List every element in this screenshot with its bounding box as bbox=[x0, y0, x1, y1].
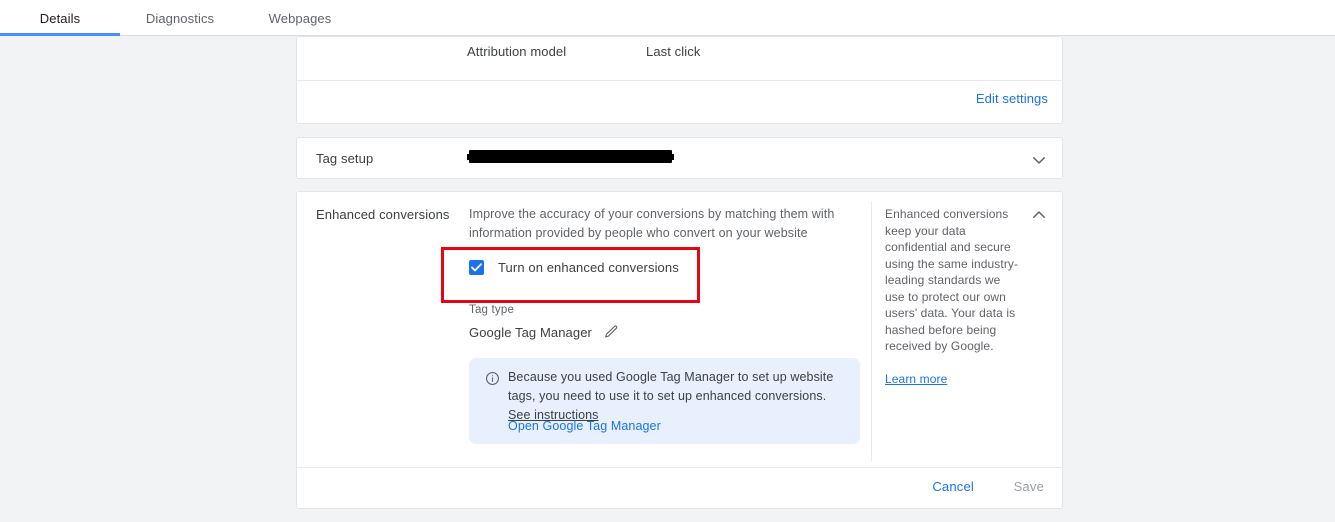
tag-setup-redacted-value bbox=[467, 150, 674, 163]
tab-bar: Details Diagnostics Webpages bbox=[0, 0, 1335, 36]
tab-diagnostics[interactable]: Diagnostics bbox=[120, 0, 240, 36]
edit-settings-link[interactable]: Edit settings bbox=[976, 91, 1048, 106]
panel-divider bbox=[871, 201, 872, 461]
attribution-model-value: Last click bbox=[646, 44, 701, 59]
tag-type-row: Google Tag Manager bbox=[469, 324, 619, 340]
attribution-row: Attribution model Last click bbox=[297, 37, 1062, 85]
tag-type-value: Google Tag Manager bbox=[469, 324, 592, 340]
tag-setup-card[interactable]: Tag setup bbox=[296, 137, 1063, 179]
info-icon bbox=[485, 371, 500, 386]
side-panel-text: Enhanced conversions keep your data conf… bbox=[885, 207, 1019, 353]
pencil-icon[interactable] bbox=[603, 324, 619, 340]
action-bar-divider bbox=[297, 467, 1062, 468]
cancel-button[interactable]: Cancel bbox=[932, 479, 974, 494]
enhanced-conversions-title: Enhanced conversions bbox=[316, 207, 450, 222]
enhanced-conversions-side-panel: Enhanced conversions keep your data conf… bbox=[885, 206, 1020, 388]
tag-type-label: Tag type bbox=[469, 304, 515, 316]
attribution-model-label: Attribution model bbox=[467, 44, 567, 59]
tag-setup-label: Tag setup bbox=[316, 151, 374, 166]
chevron-down-icon[interactable] bbox=[1030, 151, 1048, 169]
tab-details[interactable]: Details bbox=[0, 0, 120, 36]
attribution-card-divider bbox=[297, 80, 1062, 81]
tab-webpages[interactable]: Webpages bbox=[240, 0, 360, 36]
gtm-info-box: Because you used Google Tag Manager to s… bbox=[469, 358, 860, 444]
enhanced-conversions-card: Enhanced conversions Improve the accurac… bbox=[296, 191, 1063, 509]
tab-details-label: Details bbox=[39, 10, 81, 26]
attribution-card: Attribution model Last click Edit settin… bbox=[296, 36, 1063, 124]
tab-list: Details Diagnostics Webpages bbox=[0, 0, 360, 36]
turn-on-enhanced-conversions-label: Turn on enhanced conversions bbox=[498, 260, 679, 275]
gtm-info-sentence: Because you used Google Tag Manager to s… bbox=[508, 370, 834, 403]
open-google-tag-manager-link[interactable]: Open Google Tag Manager bbox=[508, 419, 661, 433]
enhanced-conversions-description: Improve the accuracy of your conversions… bbox=[469, 207, 835, 240]
save-button: Save bbox=[1013, 479, 1044, 494]
turn-on-enhanced-conversions-checkbox[interactable] bbox=[469, 260, 484, 275]
turn-on-enhanced-conversions-row[interactable]: Turn on enhanced conversions bbox=[469, 260, 679, 275]
tab-webpages-label: Webpages bbox=[268, 10, 332, 26]
tab-diagnostics-label: Diagnostics bbox=[145, 10, 215, 26]
chevron-up-icon[interactable] bbox=[1030, 206, 1048, 224]
highlight-box bbox=[441, 247, 700, 303]
gtm-info-text: Because you used Google Tag Manager to s… bbox=[508, 368, 848, 425]
learn-more-link[interactable]: Learn more bbox=[885, 372, 947, 386]
